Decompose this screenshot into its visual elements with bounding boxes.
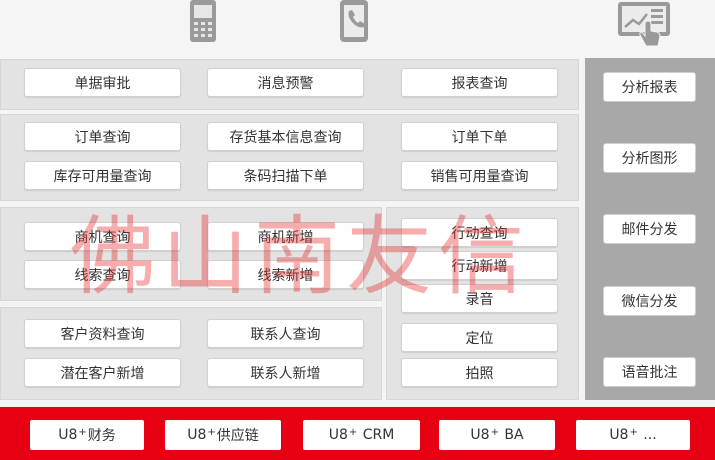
wechat-distribute-button[interactable]: 微信分发 — [603, 286, 696, 316]
document-approval-button[interactable]: 单据审批 — [24, 68, 181, 97]
location-button[interactable]: 定位 — [401, 323, 558, 352]
barcode-scan-order-button[interactable]: 条码扫描下单 — [207, 161, 364, 190]
contact-query-button[interactable]: 联系人查询 — [207, 319, 364, 348]
sales-availability-query-button[interactable]: 销售可用量查询 — [401, 161, 558, 190]
phone-call-icon[interactable] — [337, 0, 371, 48]
module-bar: U8 + 财务 U8 + 供应链 U8 + CRM U8 + BA U8 + ... — [0, 407, 715, 460]
u8-crm-button[interactable]: U8 + CRM — [303, 420, 420, 450]
module-prefix: U8 — [470, 427, 490, 443]
opportunity-new-button[interactable]: 商机新增 — [207, 222, 364, 251]
opportunity-query-button[interactable]: 商机查询 — [24, 222, 181, 251]
lead-query-button[interactable]: 线索查询 — [24, 260, 181, 289]
message-alert-button[interactable]: 消息预警 — [207, 68, 364, 97]
lead-new-button[interactable]: 线索新增 — [207, 260, 364, 289]
place-order-button[interactable]: 订单下单 — [401, 122, 558, 151]
module-prefix: U8 — [328, 427, 348, 443]
module-label: 财务 — [87, 428, 116, 444]
module-label: CRM — [358, 427, 395, 443]
mobile-phone-icon[interactable] — [186, 0, 220, 48]
stock-availability-query-button[interactable]: 库存可用量查询 — [24, 161, 181, 190]
module-label: BA — [499, 427, 524, 443]
module-label: ... — [638, 427, 657, 443]
order-query-button[interactable]: 订单查询 — [24, 122, 181, 151]
photo-button[interactable]: 拍照 — [401, 358, 558, 387]
customer-info-query-button[interactable]: 客户资料查询 — [24, 319, 181, 348]
u8-supply-chain-button[interactable]: U8 + 供应链 — [165, 420, 281, 450]
u8-ba-button[interactable]: U8 + BA — [439, 420, 555, 450]
activity-query-button[interactable]: 行动查询 — [401, 218, 558, 247]
u8-finance-button[interactable]: U8 + 财务 — [30, 420, 144, 450]
module-prefix: U8 — [187, 427, 207, 443]
prospect-new-button[interactable]: 潜在客户新增 — [24, 358, 181, 387]
module-prefix: U8 — [58, 427, 78, 443]
contact-new-button[interactable]: 联系人新增 — [207, 358, 364, 387]
recording-button[interactable]: 录音 — [401, 284, 558, 313]
module-label: 供应链 — [216, 428, 259, 444]
inventory-info-query-button[interactable]: 存货基本信息查询 — [207, 122, 364, 151]
email-distribute-button[interactable]: 邮件分发 — [603, 214, 696, 244]
tablet-touch-icon[interactable] — [616, 0, 674, 52]
top-icon-bar — [0, 0, 715, 58]
activity-new-button[interactable]: 行动新增 — [401, 251, 558, 280]
module-prefix: U8 — [609, 427, 629, 443]
voice-annotation-button[interactable]: 语音批注 — [603, 357, 696, 387]
u8-more-button[interactable]: U8 + ... — [576, 420, 690, 450]
report-query-button[interactable]: 报表查询 — [401, 68, 558, 97]
analysis-chart-button[interactable]: 分析图形 — [603, 143, 696, 173]
analysis-sidebar: 分析报表 分析图形 邮件分发 微信分发 语音批注 — [585, 58, 715, 400]
analysis-report-button[interactable]: 分析报表 — [603, 72, 696, 102]
